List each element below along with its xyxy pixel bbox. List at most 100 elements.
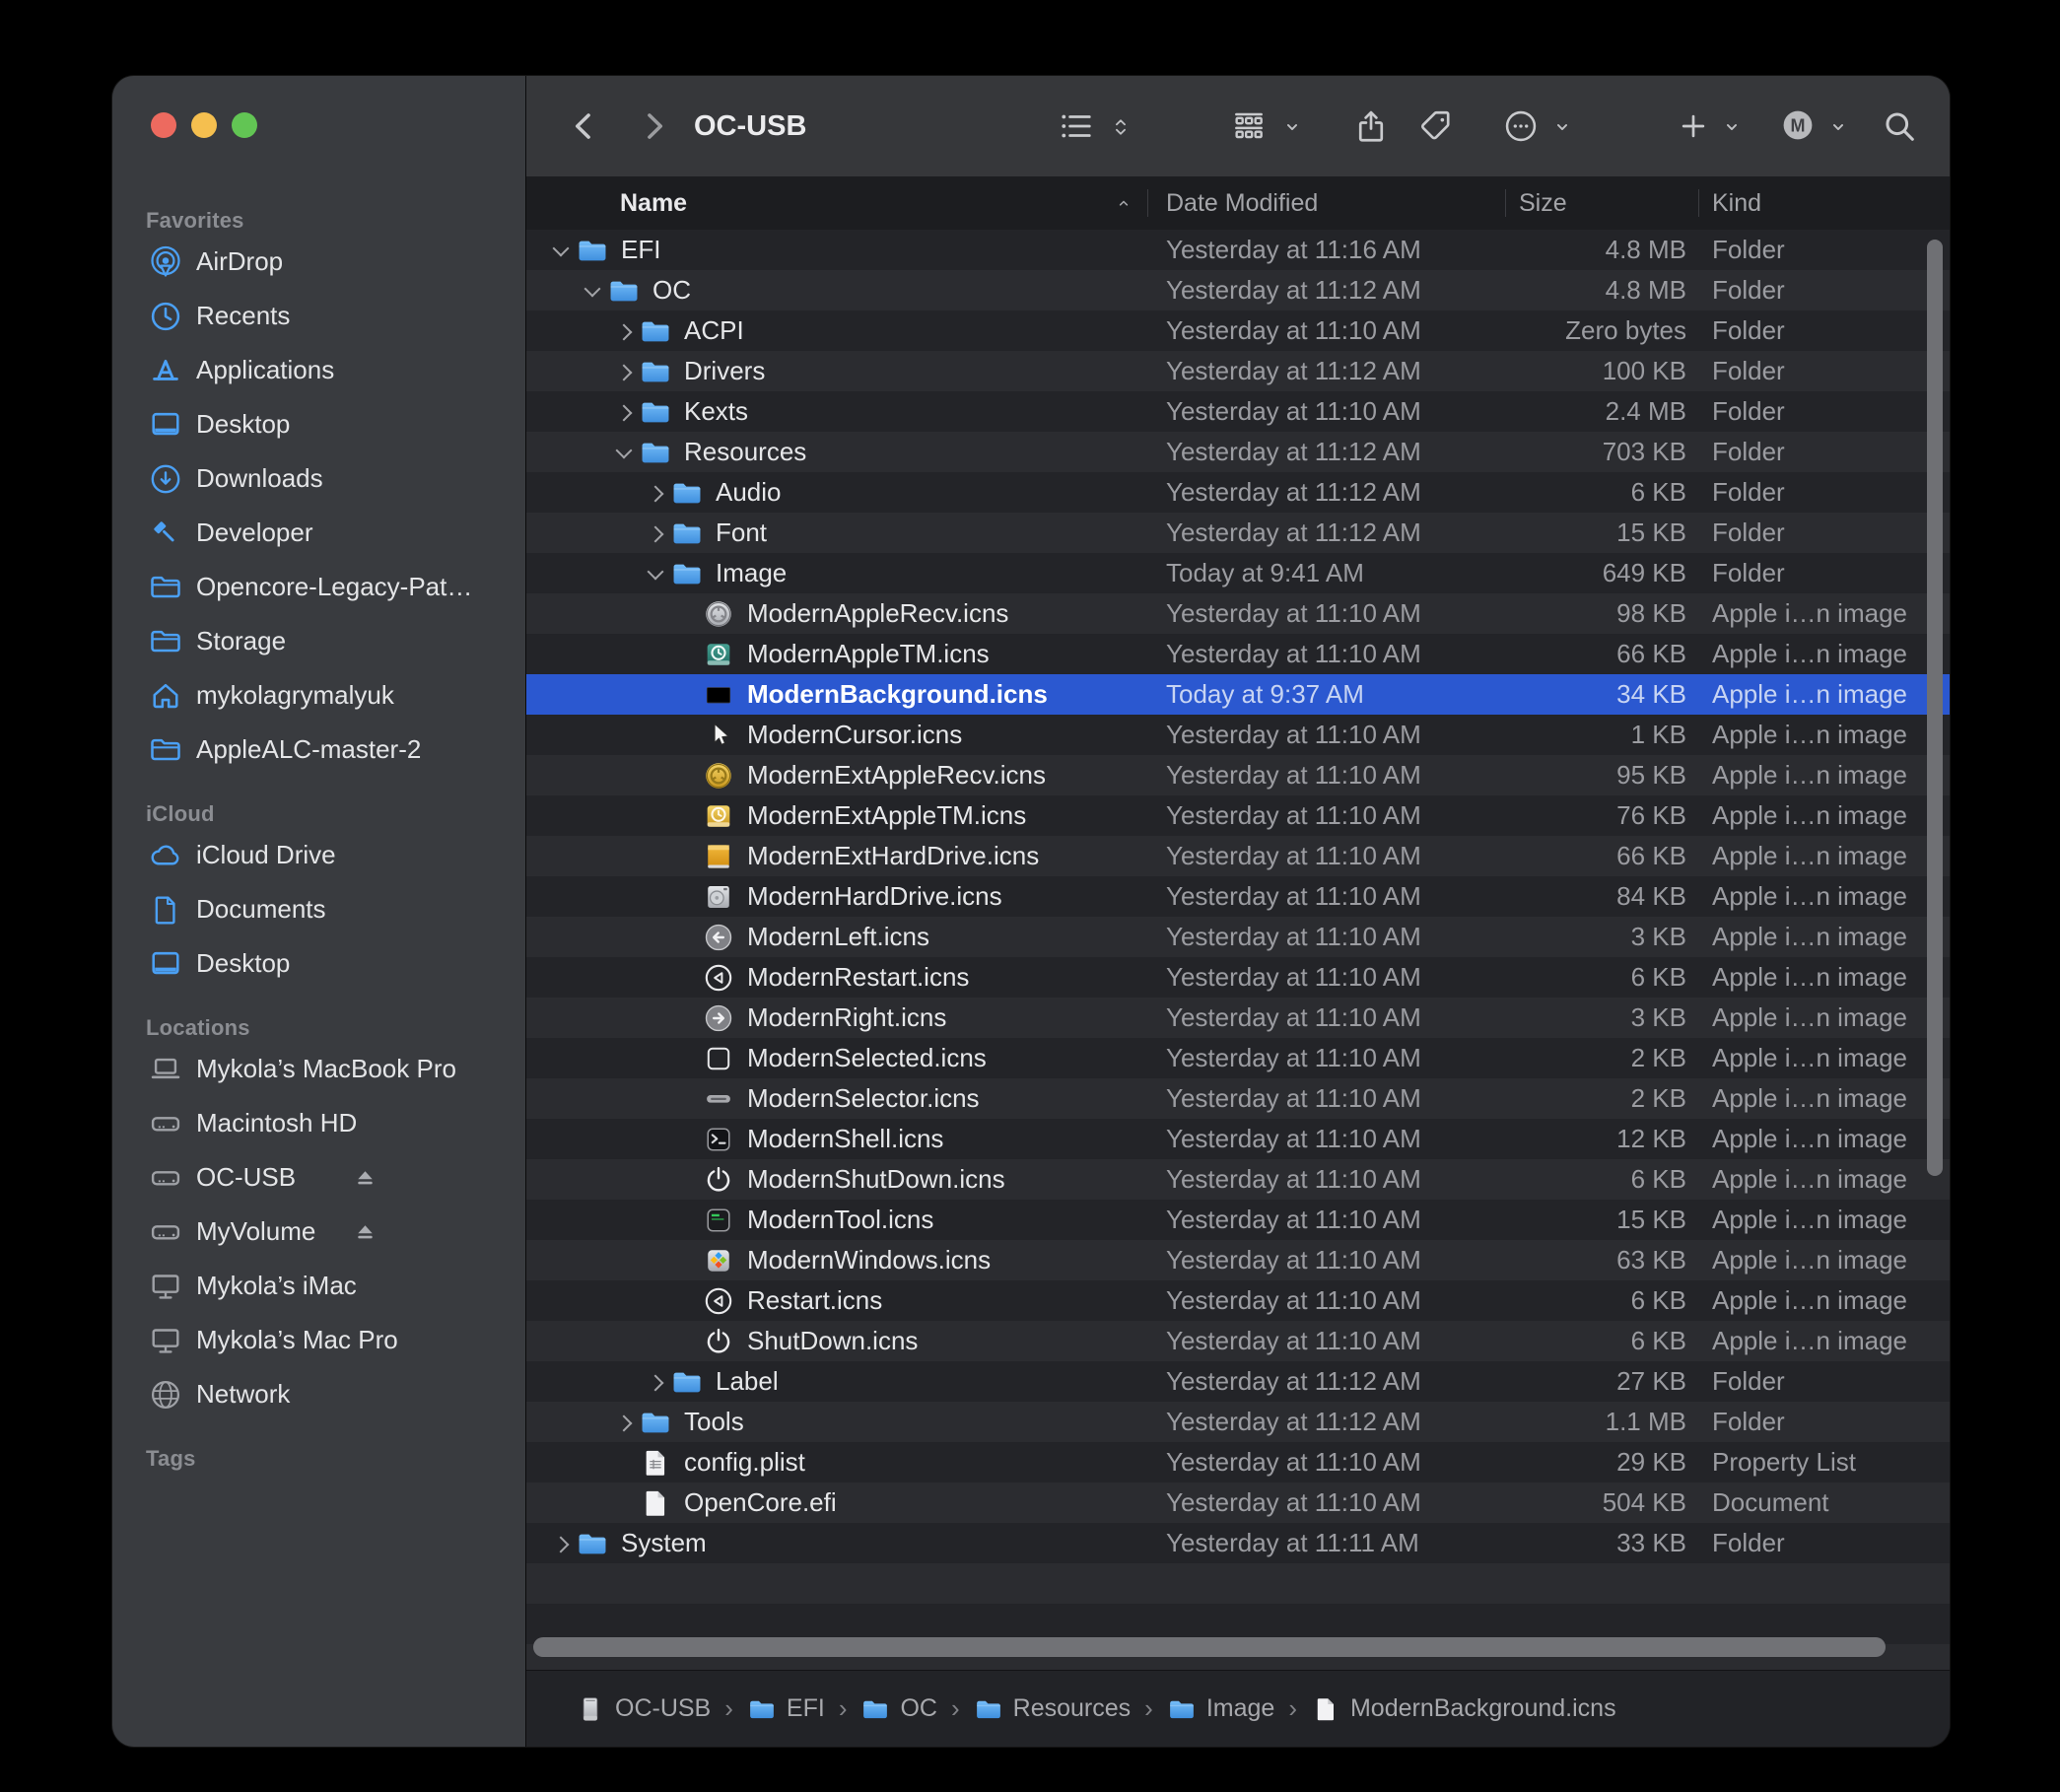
disclosure-chevron-icon[interactable] (672, 963, 702, 993)
file-row[interactable]: Kexts Yesterday at 11:10 AM 2.4 MB Folde… (526, 391, 1950, 432)
file-row[interactable]: ModernSelector.icns Yesterday at 11:10 A… (526, 1078, 1950, 1119)
disclosure-chevron-icon[interactable] (578, 276, 607, 306)
file-row[interactable]: ShutDown.icns Yesterday at 11:10 AM 6 KB… (526, 1321, 1950, 1361)
path-item[interactable]: › EFI (711, 1693, 825, 1724)
file-row[interactable]: ModernTool.icns Yesterday at 11:10 AM 15… (526, 1200, 1950, 1240)
zoom-button[interactable] (232, 112, 257, 138)
more-chevron-icon[interactable] (1551, 116, 1573, 138)
close-button[interactable] (151, 112, 176, 138)
file-row[interactable]: Tools Yesterday at 11:12 AM 1.1 MB Folde… (526, 1402, 1950, 1442)
file-row[interactable]: config.plist Yesterday at 11:10 AM 29 KB… (526, 1442, 1950, 1482)
column-header-name[interactable]: Name (620, 176, 687, 230)
disclosure-chevron-icon[interactable] (672, 882, 702, 912)
file-row[interactable]: ModernExtAppleTM.icns Yesterday at 11:10… (526, 795, 1950, 836)
search-icon[interactable] (1881, 107, 1918, 145)
disclosure-chevron-icon[interactable] (546, 236, 576, 265)
disclosure-chevron-icon[interactable] (672, 1003, 702, 1033)
sidebar-item[interactable]: Storage (126, 614, 512, 668)
sidebar-item[interactable]: Applications (126, 343, 512, 397)
disclosure-chevron-icon[interactable] (609, 438, 639, 467)
sidebar-item[interactable]: Desktop (126, 936, 512, 991)
disclosure-chevron-icon[interactable] (641, 559, 670, 588)
disclosure-chevron-icon[interactable] (609, 357, 639, 386)
file-row[interactable]: ModernRestart.icns Yesterday at 11:10 AM… (526, 957, 1950, 998)
file-row[interactable]: ACPI Yesterday at 11:10 AM Zero bytes Fo… (526, 310, 1950, 351)
file-row[interactable]: ModernAppleTM.icns Yesterday at 11:10 AM… (526, 634, 1950, 674)
eject-icon[interactable] (352, 1164, 378, 1191)
disclosure-chevron-icon[interactable] (609, 316, 639, 346)
share-icon[interactable] (1352, 107, 1390, 145)
file-row[interactable]: Audio Yesterday at 11:12 AM 6 KB Folder (526, 472, 1950, 513)
sidebar-item[interactable]: Opencore-Legacy-Pat… (126, 560, 512, 614)
back-button[interactable] (566, 107, 603, 145)
disclosure-chevron-icon[interactable] (672, 1327, 702, 1356)
column-header-date[interactable]: Date Modified (1166, 176, 1318, 230)
disclosure-chevron-icon[interactable] (609, 1408, 639, 1437)
tag-icon[interactable] (1417, 107, 1455, 145)
file-row[interactable]: ModernCursor.icns Yesterday at 11:10 AM … (526, 715, 1950, 755)
file-row[interactable]: ModernRight.icns Yesterday at 11:10 AM 3… (526, 998, 1950, 1038)
disclosure-chevron-icon[interactable] (641, 518, 670, 548)
file-row[interactable]: Restart.icns Yesterday at 11:10 AM 6 KB … (526, 1280, 1950, 1321)
file-row[interactable]: ModernSelected.icns Yesterday at 11:10 A… (526, 1038, 1950, 1078)
disclosure-chevron-icon[interactable] (672, 1044, 702, 1073)
file-row[interactable]: EFI Yesterday at 11:16 AM 4.8 MB Folder (526, 230, 1950, 270)
disclosure-chevron-icon[interactable] (672, 640, 702, 669)
sidebar-item[interactable]: Mykola’s iMac (126, 1259, 512, 1313)
group-view-icon[interactable] (1230, 107, 1268, 145)
disclosure-chevron-icon[interactable] (672, 599, 702, 629)
disclosure-chevron-icon[interactable] (641, 1367, 670, 1397)
disclosure-chevron-icon[interactable] (672, 1246, 702, 1275)
path-item[interactable]: › Resources (937, 1693, 1131, 1724)
disclosure-chevron-icon[interactable] (672, 1125, 702, 1154)
file-row[interactable]: ModernExtHardDrive.icns Yesterday at 11:… (526, 836, 1950, 876)
sidebar-item[interactable]: Documents (126, 882, 512, 936)
column-divider[interactable] (1147, 189, 1148, 217)
column-divider[interactable] (1505, 189, 1506, 217)
list-view-icon[interactable] (1057, 107, 1094, 145)
user-badge-icon[interactable] (1780, 107, 1816, 143)
disclosure-chevron-icon[interactable] (672, 1084, 702, 1114)
more-actions-icon[interactable] (1502, 107, 1540, 145)
sidebar-item[interactable]: Developer (126, 506, 512, 560)
disclosure-chevron-icon[interactable] (672, 842, 702, 871)
file-row[interactable]: ModernAppleRecv.icns Yesterday at 11:10 … (526, 593, 1950, 634)
file-row[interactable]: ModernBackground.icns Today at 9:37 AM 3… (526, 674, 1950, 715)
disclosure-chevron-icon[interactable] (672, 761, 702, 791)
disclosure-chevron-icon[interactable] (672, 1206, 702, 1235)
sidebar-item[interactable]: Mykola’s MacBook Pro (126, 1042, 512, 1096)
file-row[interactable]: Label Yesterday at 11:12 AM 27 KB Folder (526, 1361, 1950, 1402)
column-header-kind[interactable]: Kind (1712, 176, 1761, 230)
file-row[interactable]: ModernShell.icns Yesterday at 11:10 AM 1… (526, 1119, 1950, 1159)
forward-button[interactable] (635, 107, 672, 145)
sidebar-item[interactable]: AppleALC-master-2 (126, 723, 512, 777)
user-chevron-icon[interactable] (1827, 116, 1849, 138)
sidebar-item[interactable]: mykolagrymalyuk (126, 668, 512, 723)
path-item[interactable]: › OC (825, 1693, 937, 1724)
sidebar-item[interactable]: Mykola’s Mac Pro (126, 1313, 512, 1367)
sidebar-item[interactable]: Recents (126, 289, 512, 343)
column-header-size[interactable]: Size (1519, 176, 1567, 230)
eject-icon[interactable] (352, 1218, 378, 1245)
file-row[interactable]: Drivers Yesterday at 11:12 AM 100 KB Fol… (526, 351, 1950, 391)
disclosure-chevron-icon[interactable] (672, 1286, 702, 1316)
file-row[interactable]: ModernLeft.icns Yesterday at 11:10 AM 3 … (526, 917, 1950, 957)
disclosure-chevron-icon[interactable] (609, 397, 639, 427)
file-row[interactable]: ModernWindows.icns Yesterday at 11:10 AM… (526, 1240, 1950, 1280)
sidebar-item[interactable]: iCloud Drive (126, 828, 512, 882)
file-row[interactable]: Image Today at 9:41 AM 649 KB Folder (526, 553, 1950, 593)
disclosure-chevron-icon[interactable] (672, 923, 702, 952)
vertical-scrollbar[interactable] (1927, 240, 1943, 1176)
path-item[interactable]: OC-USB (548, 1694, 711, 1724)
file-row[interactable]: OpenCore.efi Yesterday at 11:10 AM 504 K… (526, 1482, 1950, 1523)
column-divider[interactable] (1698, 189, 1699, 217)
group-chevron-icon[interactable] (1281, 116, 1303, 138)
sidebar-item[interactable]: Downloads (126, 451, 512, 506)
disclosure-chevron-icon[interactable] (672, 721, 702, 750)
horizontal-scrollbar[interactable] (533, 1637, 1886, 1657)
minimize-button[interactable] (191, 112, 217, 138)
plus-chevron-icon[interactable] (1721, 116, 1743, 138)
disclosure-chevron-icon[interactable] (672, 1165, 702, 1195)
disclosure-chevron-icon[interactable] (672, 680, 702, 710)
new-item-plus-icon[interactable] (1678, 110, 1709, 142)
